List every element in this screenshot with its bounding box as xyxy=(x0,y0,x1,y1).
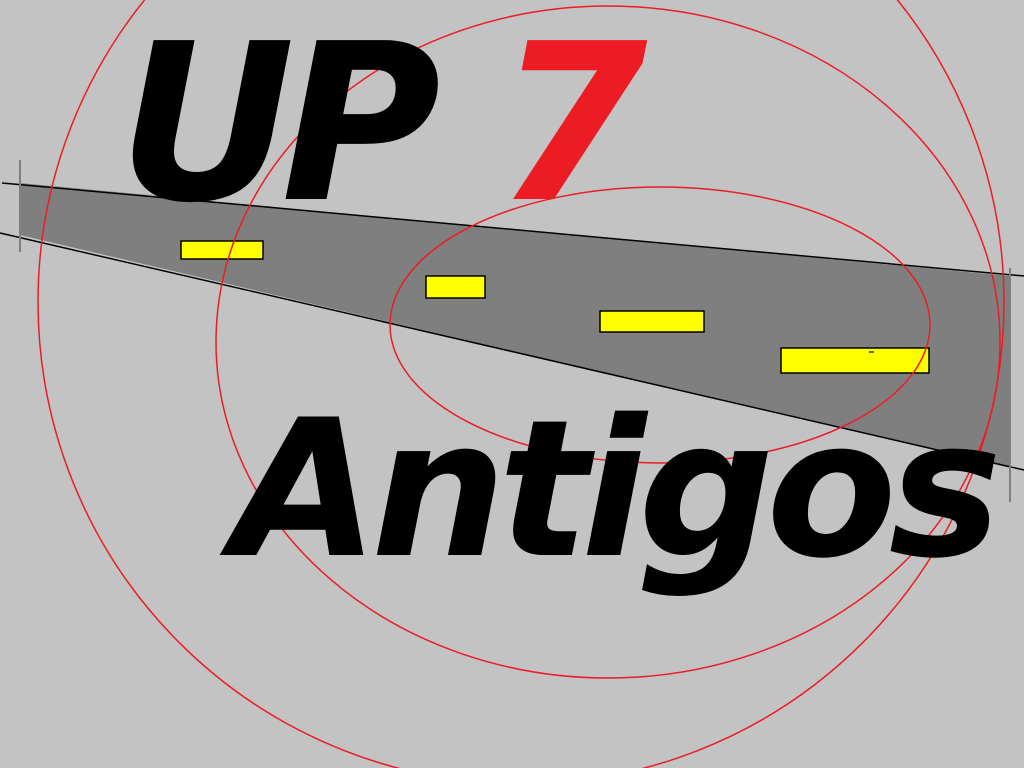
lane-marking xyxy=(425,275,486,299)
title-number-text: 7 xyxy=(496,0,648,251)
lane-marking xyxy=(780,347,930,374)
subtitle-antigos-text: Antigos xyxy=(232,379,1002,600)
lane-marking xyxy=(599,310,705,333)
title-up-text: UP xyxy=(118,0,441,251)
